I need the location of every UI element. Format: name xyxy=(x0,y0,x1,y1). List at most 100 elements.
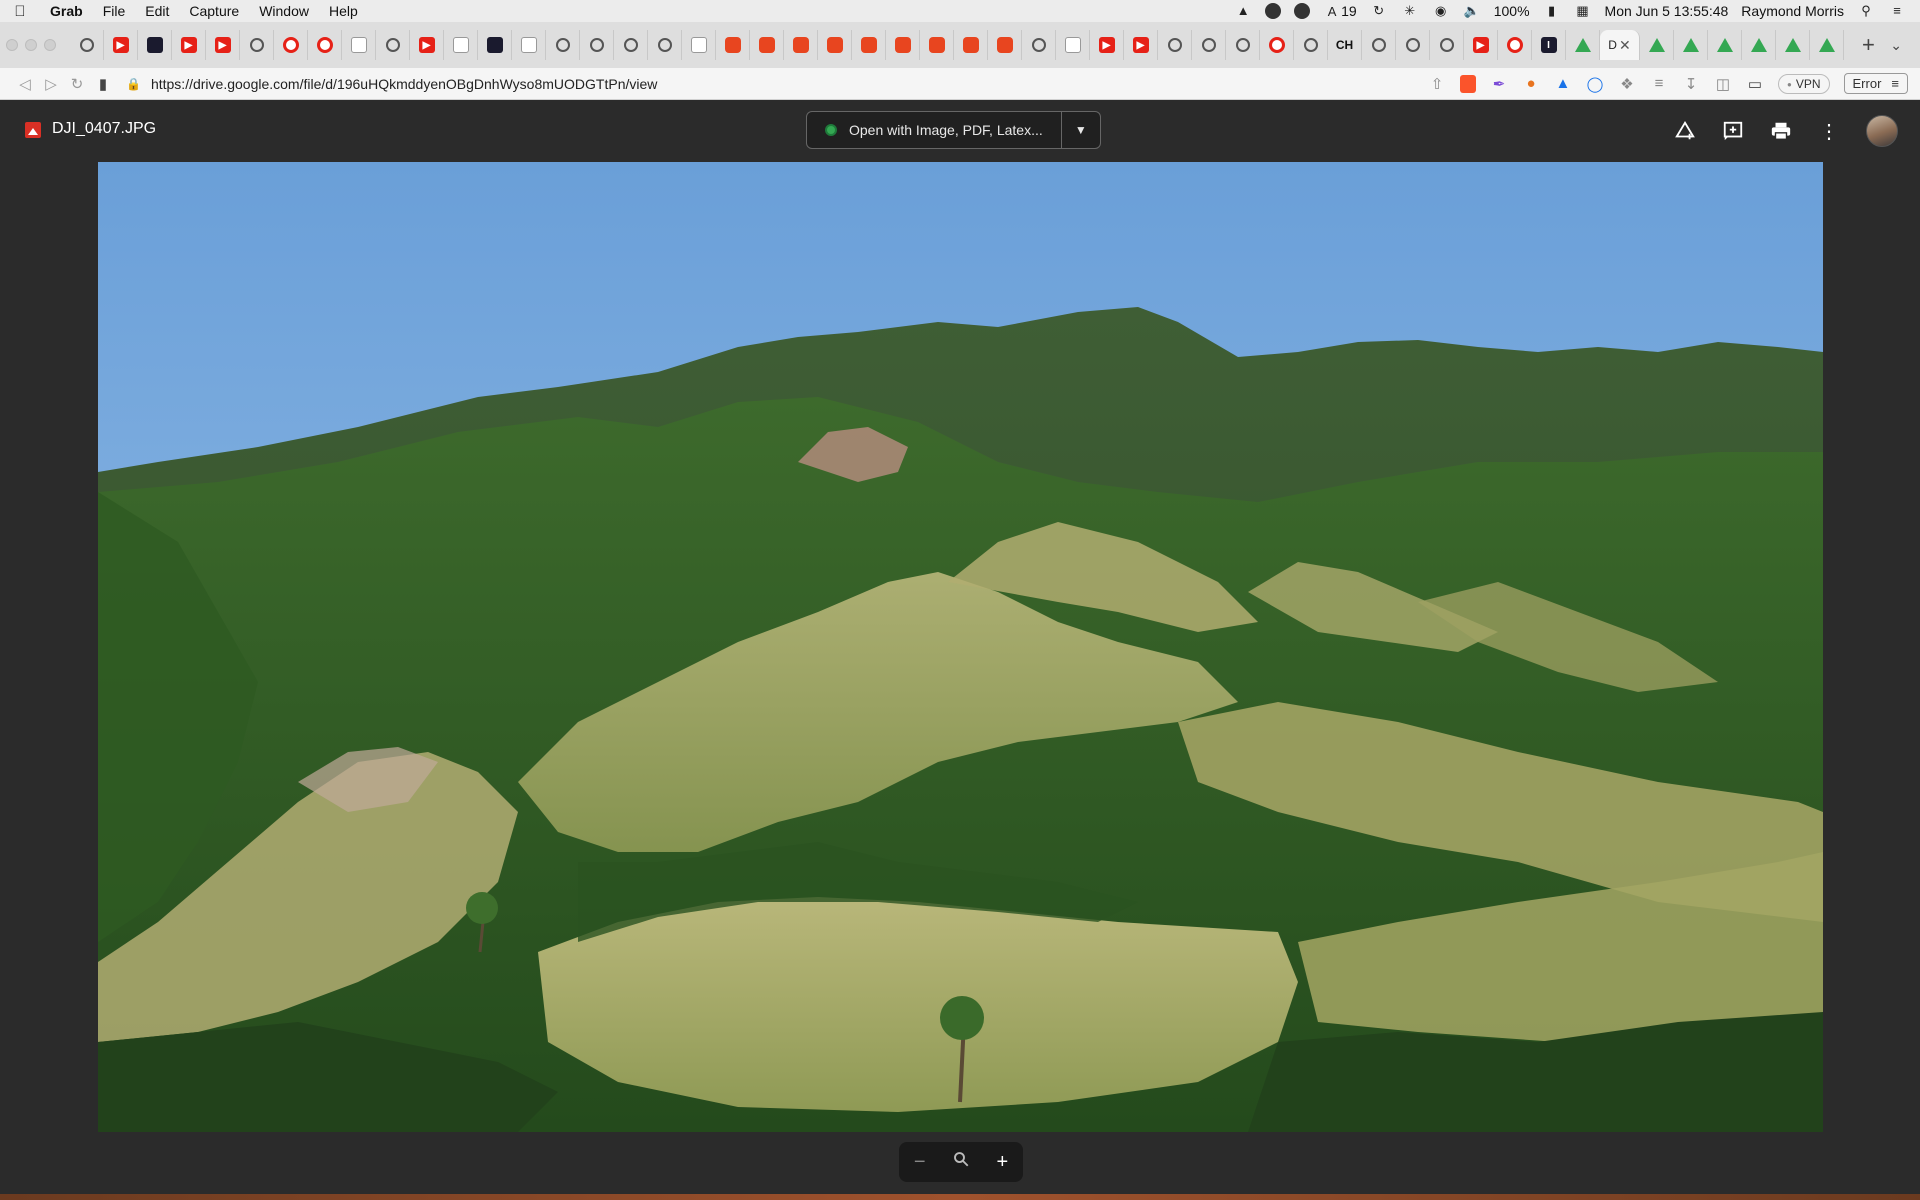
tab[interactable] xyxy=(1674,30,1708,60)
tab[interactable] xyxy=(954,30,988,60)
tab[interactable]: ▶ xyxy=(206,30,240,60)
spotlight-search-icon[interactable]: ⚲ xyxy=(1857,4,1875,18)
tab[interactable]: ▶ xyxy=(172,30,206,60)
tab[interactable] xyxy=(376,30,410,60)
control-center-icon[interactable]: ≡ xyxy=(1888,4,1906,18)
time-machine-icon[interactable]: ↻ xyxy=(1370,4,1388,18)
tab[interactable]: ▶ xyxy=(104,30,138,60)
tab[interactable] xyxy=(1566,30,1600,60)
menu-edit[interactable]: Edit xyxy=(135,3,179,19)
status-app-icon-3[interactable] xyxy=(1294,3,1311,19)
tab[interactable] xyxy=(1226,30,1260,60)
open-with-button[interactable]: Open with Image, PDF, Latex... xyxy=(807,112,1062,148)
tab[interactable] xyxy=(1056,30,1090,60)
vpn-button[interactable]: VPN xyxy=(1777,73,1830,94)
more-options-icon[interactable]: ⋮ xyxy=(1818,120,1840,143)
tab[interactable] xyxy=(580,30,614,60)
reading-list-icon[interactable]: ≡ xyxy=(1650,75,1668,92)
menu-help[interactable]: Help xyxy=(319,3,368,19)
tab[interactable] xyxy=(546,30,580,60)
tab[interactable] xyxy=(1362,30,1396,60)
tab[interactable]: ▶ xyxy=(1090,30,1124,60)
menu-file[interactable]: File xyxy=(93,3,136,19)
tab[interactable] xyxy=(1158,30,1192,60)
tab[interactable]: I xyxy=(1532,30,1566,60)
volume-icon[interactable]: 🔈 xyxy=(1463,4,1481,18)
battery-percent[interactable]: 100% xyxy=(1494,3,1530,19)
menu-capture[interactable]: Capture xyxy=(179,3,249,19)
tab[interactable] xyxy=(1776,30,1810,60)
tab[interactable] xyxy=(1192,30,1226,60)
status-app-icon-2[interactable] xyxy=(1265,3,1282,19)
tab[interactable] xyxy=(1260,30,1294,60)
tab[interactable]: CH xyxy=(1328,30,1362,60)
apple-icon[interactable]:  xyxy=(0,3,40,20)
tab[interactable]: ▶ xyxy=(1124,30,1158,60)
tab[interactable] xyxy=(1294,30,1328,60)
menu-app-grab[interactable]: Grab xyxy=(40,3,93,19)
tab[interactable] xyxy=(852,30,886,60)
tab[interactable] xyxy=(138,30,172,60)
tab[interactable] xyxy=(342,30,376,60)
menu-window[interactable]: Window xyxy=(249,3,319,19)
tab[interactable] xyxy=(988,30,1022,60)
tab[interactable] xyxy=(274,30,308,60)
tab[interactable] xyxy=(682,30,716,60)
bookmark-icon[interactable]: ▮ xyxy=(90,75,116,93)
tab[interactable] xyxy=(70,30,104,60)
user-name[interactable]: Raymond Morris xyxy=(1741,3,1844,19)
tab[interactable]: ▶ xyxy=(410,30,444,60)
minimize-window-icon[interactable] xyxy=(25,39,37,51)
open-with-dropdown-button[interactable]: ▼ xyxy=(1062,112,1100,148)
clock[interactable]: Mon Jun 5 13:55:48 xyxy=(1605,3,1729,19)
zoom-out-button[interactable]: − xyxy=(905,1151,935,1174)
lock-icon[interactable]: 🔒 xyxy=(126,77,141,91)
close-tab-icon[interactable]: ✕ xyxy=(1619,37,1631,54)
extension-icon[interactable]: ▲ xyxy=(1554,75,1572,92)
reload-icon[interactable]: ↻ xyxy=(64,75,90,93)
tab[interactable] xyxy=(512,30,546,60)
tab[interactable] xyxy=(1708,30,1742,60)
wifi-icon[interactable]: ◉ xyxy=(1432,4,1450,18)
zoom-window-icon[interactable] xyxy=(44,39,56,51)
chevron-down-icon[interactable]: ⌄ xyxy=(1890,37,1902,54)
wallet-icon[interactable]: ▭ xyxy=(1746,75,1764,93)
avatar[interactable] xyxy=(1866,115,1898,147)
address-bar-url[interactable]: https://drive.google.com/file/d/196uHQkm… xyxy=(151,76,657,92)
add-to-drive-icon[interactable] xyxy=(1674,120,1696,142)
zoom-in-button[interactable]: + xyxy=(987,1151,1017,1174)
add-comment-icon[interactable] xyxy=(1722,120,1744,142)
tab[interactable] xyxy=(1742,30,1776,60)
tab[interactable] xyxy=(648,30,682,60)
share-icon[interactable]: ⇧ xyxy=(1428,75,1446,93)
puzzle-icon[interactable]: ❖ xyxy=(1618,75,1636,93)
sidebar-icon[interactable]: ◫ xyxy=(1714,75,1732,93)
back-icon[interactable]: ◁ xyxy=(12,75,38,93)
new-tab-button[interactable]: + xyxy=(1862,32,1875,58)
status-app-icon[interactable]: ▲ xyxy=(1234,4,1252,18)
tab[interactable] xyxy=(614,30,648,60)
tab[interactable] xyxy=(886,30,920,60)
extension-icon[interactable]: ● xyxy=(1522,75,1540,92)
print-icon[interactable] xyxy=(1770,120,1792,142)
forward-icon[interactable]: ▷ xyxy=(38,75,64,93)
zoom-reset-button[interactable] xyxy=(946,1150,976,1174)
close-window-icon[interactable] xyxy=(6,39,18,51)
tab[interactable] xyxy=(1498,30,1532,60)
bluetooth-icon[interactable]: ✳ xyxy=(1401,4,1419,18)
download-icon[interactable]: ↧ xyxy=(1682,75,1700,93)
tab[interactable] xyxy=(1396,30,1430,60)
status-badge-count-wrap[interactable]: A 19 xyxy=(1323,3,1357,19)
tab[interactable] xyxy=(1022,30,1056,60)
tab[interactable] xyxy=(444,30,478,60)
brave-shield-icon[interactable] xyxy=(1459,74,1476,93)
battery-icon[interactable]: ▮ xyxy=(1543,4,1561,18)
tab[interactable] xyxy=(784,30,818,60)
extension-icon[interactable]: ◯ xyxy=(1586,75,1604,93)
tab[interactable] xyxy=(240,30,274,60)
pen-extension-icon[interactable]: ✒ xyxy=(1490,75,1508,93)
tab[interactable] xyxy=(1640,30,1674,60)
error-button[interactable]: Error ≡ xyxy=(1843,73,1908,94)
tab[interactable] xyxy=(1430,30,1464,60)
tab[interactable] xyxy=(818,30,852,60)
